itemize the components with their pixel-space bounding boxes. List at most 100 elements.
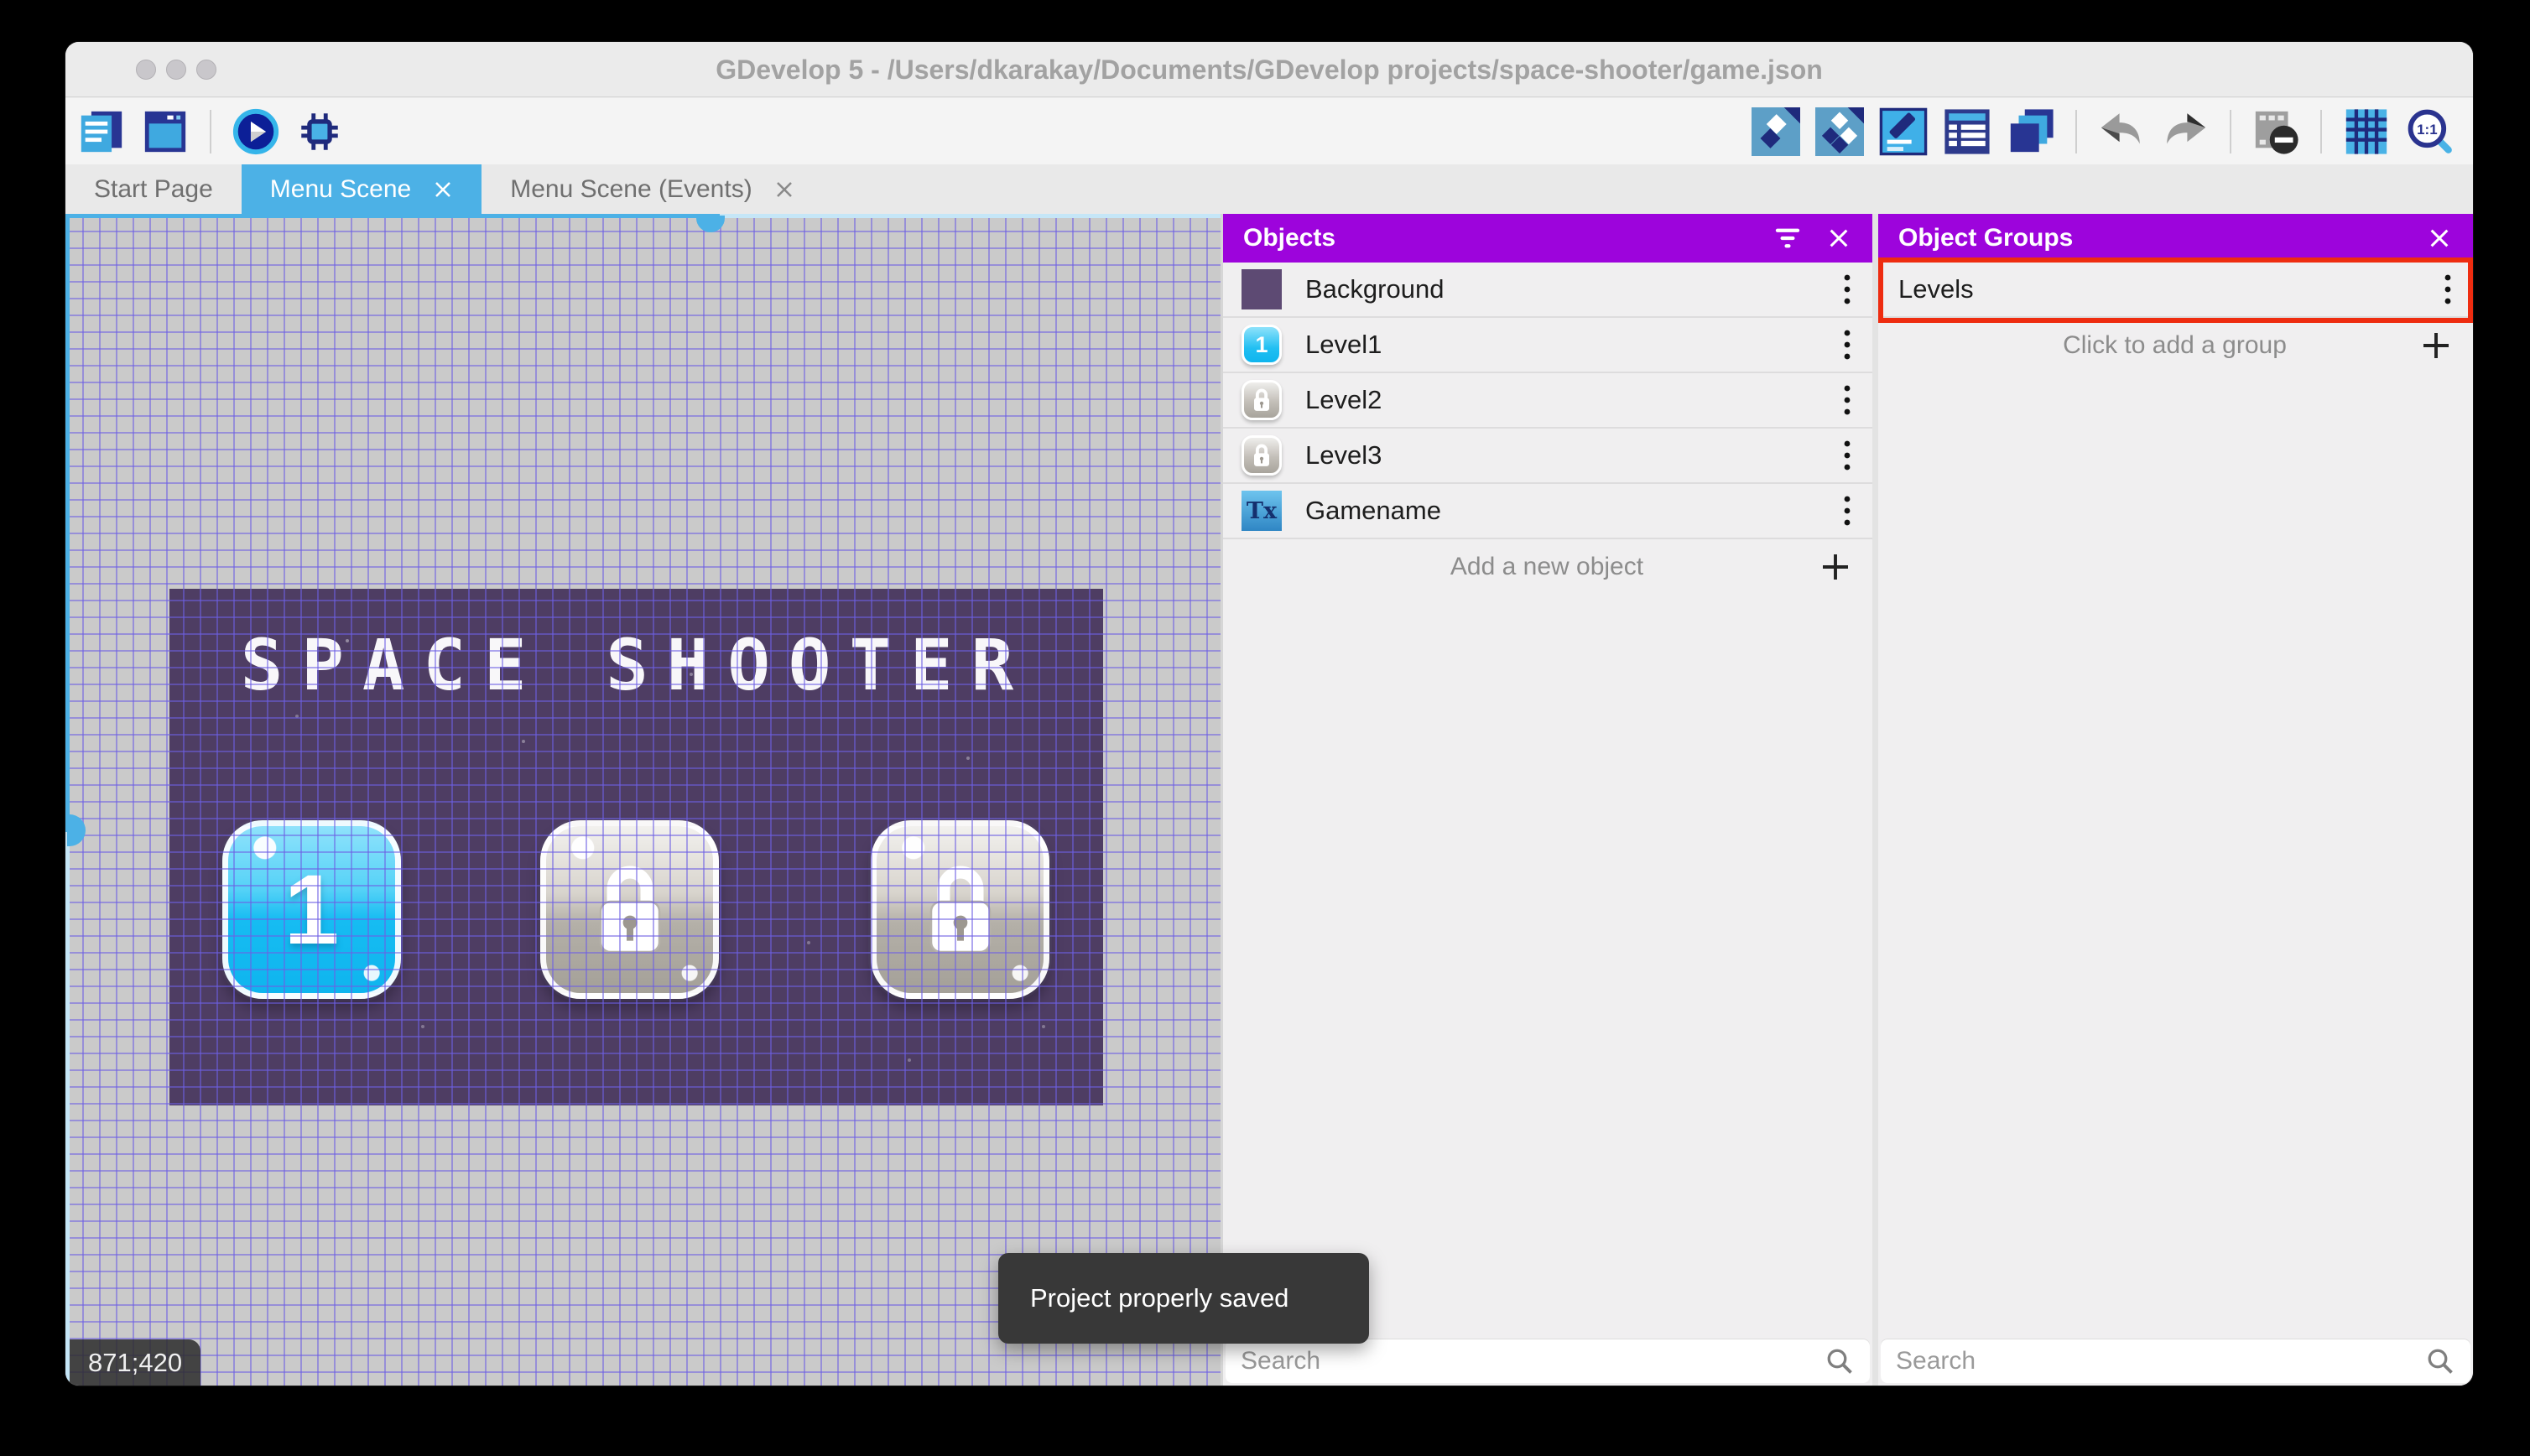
- lock-icon: [1254, 388, 1269, 411]
- zoom-one-to-one-icon[interactable]: 1:1: [2406, 107, 2455, 156]
- search-icon: [1827, 1349, 1852, 1374]
- object-groups-panel-icon[interactable]: [1815, 107, 1864, 156]
- tab-label: Menu Scene (Events): [510, 174, 752, 203]
- tab-close-icon[interactable]: [774, 179, 794, 200]
- properties-panel-icon[interactable]: [1879, 107, 1928, 156]
- add-new-object-label: Add a new object: [1450, 553, 1644, 580]
- add-group-button[interactable]: Click to add a group: [1878, 318, 2473, 373]
- kebab-menu-icon[interactable]: [1842, 328, 1852, 361]
- lock-icon: [929, 866, 991, 953]
- kebab-menu-icon[interactable]: [1842, 273, 1852, 306]
- level1-button-instance[interactable]: 1: [222, 820, 401, 999]
- project-manager-icon[interactable]: [77, 107, 126, 156]
- tab-label: Menu Scene: [269, 174, 412, 203]
- scene-window-icon[interactable]: [141, 107, 190, 156]
- object-groups-panel-header: Object Groups: [1878, 214, 2473, 263]
- horizontal-scroll-indicator[interactable]: [65, 214, 720, 218]
- close-icon[interactable]: [2428, 226, 2451, 250]
- object-row-background[interactable]: Background: [1223, 263, 1872, 318]
- tab-menu-scene[interactable]: Menu Scene: [241, 164, 482, 214]
- filter-icon[interactable]: [1773, 226, 1802, 251]
- gamename-thumbnail: Tx: [1242, 491, 1282, 531]
- objects-panel: Objects Background 1 Level1 Level2 Level…: [1223, 214, 1872, 1386]
- level3-button-instance[interactable]: [871, 820, 1049, 999]
- scene-editor-canvas[interactable]: SPACE SHOOTER 1 871;420: [65, 214, 1221, 1386]
- groups-search-input[interactable]: [1881, 1347, 2425, 1375]
- group-name: Levels: [1898, 274, 1974, 304]
- object-name: Background: [1305, 274, 1445, 304]
- horizontal-scroll-track[interactable]: [720, 214, 1221, 218]
- redo-icon[interactable]: [2161, 107, 2210, 156]
- object-name: Gamename: [1305, 496, 1441, 525]
- cursor-coordinates-badge: 871;420: [70, 1339, 201, 1386]
- window-title: GDevelop 5 - /Users/dkarakay/Documents/G…: [716, 55, 1823, 85]
- kebab-menu-icon[interactable]: [1842, 439, 1852, 472]
- level1-number: 1: [284, 854, 340, 965]
- gamename-instance[interactable]: SPACE SHOOTER: [169, 624, 1103, 706]
- level3-thumbnail: [1242, 435, 1282, 476]
- lock-icon: [599, 866, 660, 953]
- toolbar-separator: [210, 109, 211, 153]
- minimize-window-button[interactable]: [166, 60, 186, 80]
- object-name: Level1: [1305, 330, 1382, 359]
- toolbar-separator: [2320, 109, 2322, 153]
- level2-thumbnail: [1242, 380, 1282, 420]
- groups-search-bar[interactable]: [1881, 1339, 2470, 1383]
- editor-tab-bar: Start Page Menu Scene Menu Scene (Events…: [65, 164, 2473, 214]
- group-row-levels[interactable]: Levels: [1878, 263, 2473, 318]
- object-name: Level3: [1305, 440, 1382, 470]
- vertical-scroll-track[interactable]: [65, 832, 70, 1386]
- background-thumbnail: [1242, 269, 1282, 309]
- close-window-button[interactable]: [136, 60, 156, 80]
- object-name: Level2: [1305, 385, 1382, 414]
- object-row-gamename[interactable]: Tx Gamename: [1223, 484, 1872, 539]
- layers-panel-icon[interactable]: [2007, 107, 2055, 156]
- close-icon[interactable]: [1827, 226, 1851, 250]
- gdevelop-window: GDevelop 5 - /Users/dkarakay/Documents/G…: [65, 42, 2473, 1386]
- toolbar-separator: [2075, 109, 2077, 153]
- objects-search-bar[interactable]: [1226, 1339, 1870, 1383]
- title-bar: GDevelop 5 - /Users/dkarakay/Documents/G…: [65, 42, 2473, 97]
- search-icon: [2428, 1349, 2453, 1374]
- debug-icon[interactable]: [295, 107, 344, 156]
- lock-icon: [1254, 444, 1269, 466]
- add-group-label: Click to add a group: [2063, 331, 2287, 359]
- tab-menu-scene-events[interactable]: Menu Scene (Events): [482, 164, 822, 214]
- kebab-menu-icon[interactable]: [1842, 383, 1852, 417]
- instances-list-panel-icon[interactable]: [1943, 107, 1991, 156]
- kebab-menu-icon[interactable]: [1842, 494, 1852, 528]
- grid-icon[interactable]: [2342, 107, 2391, 156]
- level1-thumbnail: 1: [1242, 325, 1282, 365]
- vertical-scroll-indicator[interactable]: [65, 214, 70, 832]
- plus-icon[interactable]: [2421, 330, 2451, 361]
- tab-start-page[interactable]: Start Page: [65, 164, 242, 214]
- toast-message: Project properly saved: [1030, 1283, 1289, 1313]
- objects-panel-title: Objects: [1243, 224, 1336, 252]
- object-row-level1[interactable]: 1 Level1: [1223, 318, 1872, 373]
- save-toast: Project properly saved: [998, 1253, 1369, 1344]
- object-row-level3[interactable]: Level3: [1223, 429, 1872, 484]
- objects-panel-icon[interactable]: [1752, 107, 1800, 156]
- render-options-icon[interactable]: [2251, 107, 2300, 156]
- toolbar-separator: [2230, 109, 2231, 153]
- level2-button-instance[interactable]: [540, 820, 719, 999]
- horizontal-scroll-handle[interactable]: [696, 216, 725, 232]
- objects-panel-header: Objects: [1223, 214, 1872, 263]
- object-groups-panel: Object Groups Levels Click to add a grou…: [1878, 214, 2473, 1386]
- tab-label: Start Page: [94, 174, 213, 203]
- maximize-window-button[interactable]: [196, 60, 216, 80]
- svg-text:1:1: 1:1: [2417, 121, 2437, 137]
- objects-search-input[interactable]: [1226, 1347, 1825, 1375]
- object-groups-panel-title: Object Groups: [1898, 224, 2074, 252]
- object-row-level2[interactable]: Level2: [1223, 373, 1872, 429]
- plus-icon[interactable]: [1820, 552, 1851, 582]
- tab-close-icon[interactable]: [433, 179, 453, 200]
- play-preview-icon[interactable]: [232, 107, 280, 156]
- vertical-scroll-handle[interactable]: [67, 814, 86, 846]
- add-new-object-button[interactable]: Add a new object: [1223, 539, 1872, 595]
- undo-icon[interactable]: [2097, 107, 2146, 156]
- background-instance[interactable]: SPACE SHOOTER 1: [169, 589, 1103, 1105]
- kebab-menu-icon[interactable]: [2443, 273, 2453, 306]
- main-toolbar: 1:1: [65, 98, 2473, 164]
- panel-gap: [1872, 214, 1878, 1386]
